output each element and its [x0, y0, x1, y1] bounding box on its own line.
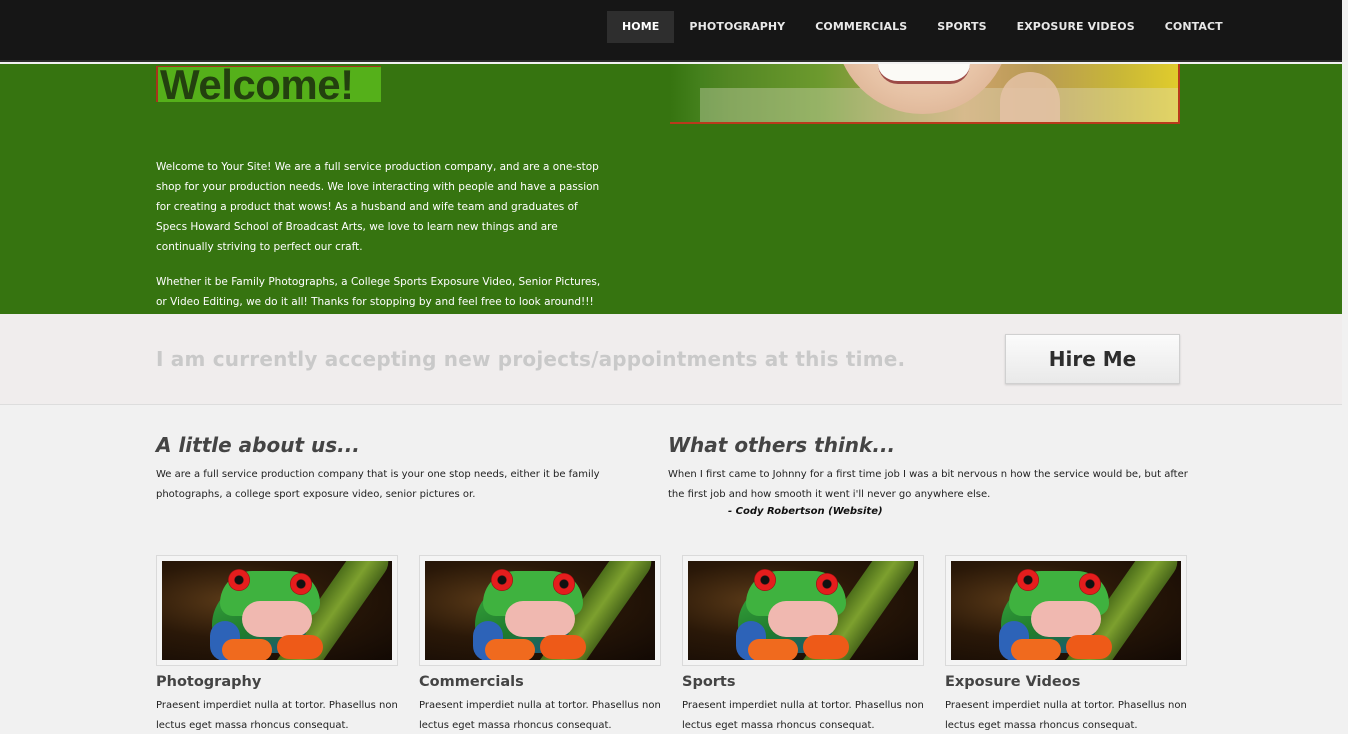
service-card-commercials: Commercials Praesent imperdiet nulla at … — [419, 555, 661, 734]
nav-photography[interactable]: PHOTOGRAPHY — [674, 11, 800, 43]
card-text: Praesent imperdiet nulla at tortor. Phas… — [419, 700, 661, 731]
about-title: A little about us... — [156, 433, 360, 457]
card-thumbnail[interactable] — [682, 555, 924, 666]
nav-sports[interactable]: SPORTS — [922, 11, 1001, 43]
hero-smile — [878, 64, 970, 84]
service-card-exposure-videos: Exposure Videos Praesent imperdiet nulla… — [945, 555, 1187, 734]
testimonial-text: When I first came to Johnny for a first … — [668, 469, 1188, 500]
card-title[interactable]: Photography — [156, 674, 398, 690]
card-title[interactable]: Exposure Videos — [945, 674, 1187, 690]
nav-home[interactable]: HOME — [607, 11, 675, 43]
card-text: Praesent imperdiet nulla at tortor. Phas… — [682, 700, 924, 731]
availability-text: I am currently accepting new projects/ap… — [156, 347, 906, 371]
about-text: We are a full service production company… — [156, 469, 600, 500]
hero-section: Welcome! Welcome to Your Site! We are a … — [0, 64, 1342, 314]
frog-image — [162, 561, 392, 660]
availability-banner: I am currently accepting new projects/ap… — [0, 314, 1342, 405]
hire-me-button[interactable]: Hire Me — [1005, 334, 1180, 384]
testimonial-author: - Cody Robertson (Website) — [728, 506, 883, 517]
hero-portrait-image — [670, 64, 1180, 124]
nav-contact[interactable]: CONTACT — [1150, 11, 1238, 43]
testimonial-title: What others think... — [668, 433, 896, 457]
welcome-heading: Welcome! — [160, 66, 354, 102]
frog-image — [688, 561, 918, 660]
frog-image — [951, 561, 1181, 660]
card-text: Praesent imperdiet nulla at tortor. Phas… — [945, 700, 1187, 731]
card-thumbnail[interactable] — [945, 555, 1187, 666]
top-navigation-bar: HOME PHOTOGRAPHY COMMERCIALS SPORTS EXPO… — [0, 0, 1342, 62]
card-title[interactable]: Sports — [682, 674, 924, 690]
service-card-sports: Sports Praesent imperdiet nulla at torto… — [682, 555, 924, 734]
hero-intro-text: Welcome to Your Site! We are a full serv… — [156, 157, 601, 312]
card-title[interactable]: Commercials — [419, 674, 661, 690]
main-nav: HOME PHOTOGRAPHY COMMERCIALS SPORTS EXPO… — [607, 11, 1238, 43]
nav-exposure-videos[interactable]: EXPOSURE VIDEOS — [1002, 11, 1150, 43]
hero-paragraph-1: Welcome to Your Site! We are a full serv… — [156, 161, 600, 253]
hero-hand — [1000, 72, 1060, 122]
hero-paragraph-2: Whether it be Family Photographs, a Coll… — [156, 276, 601, 308]
nav-commercials[interactable]: COMMERCIALS — [800, 11, 922, 43]
card-thumbnail[interactable] — [156, 555, 398, 666]
service-card-photography: Photography Praesent imperdiet nulla at … — [156, 555, 398, 734]
frog-image — [425, 561, 655, 660]
welcome-heading-box: Welcome! — [156, 66, 381, 102]
card-thumbnail[interactable] — [419, 555, 661, 666]
card-text: Praesent imperdiet nulla at tortor. Phas… — [156, 700, 398, 731]
